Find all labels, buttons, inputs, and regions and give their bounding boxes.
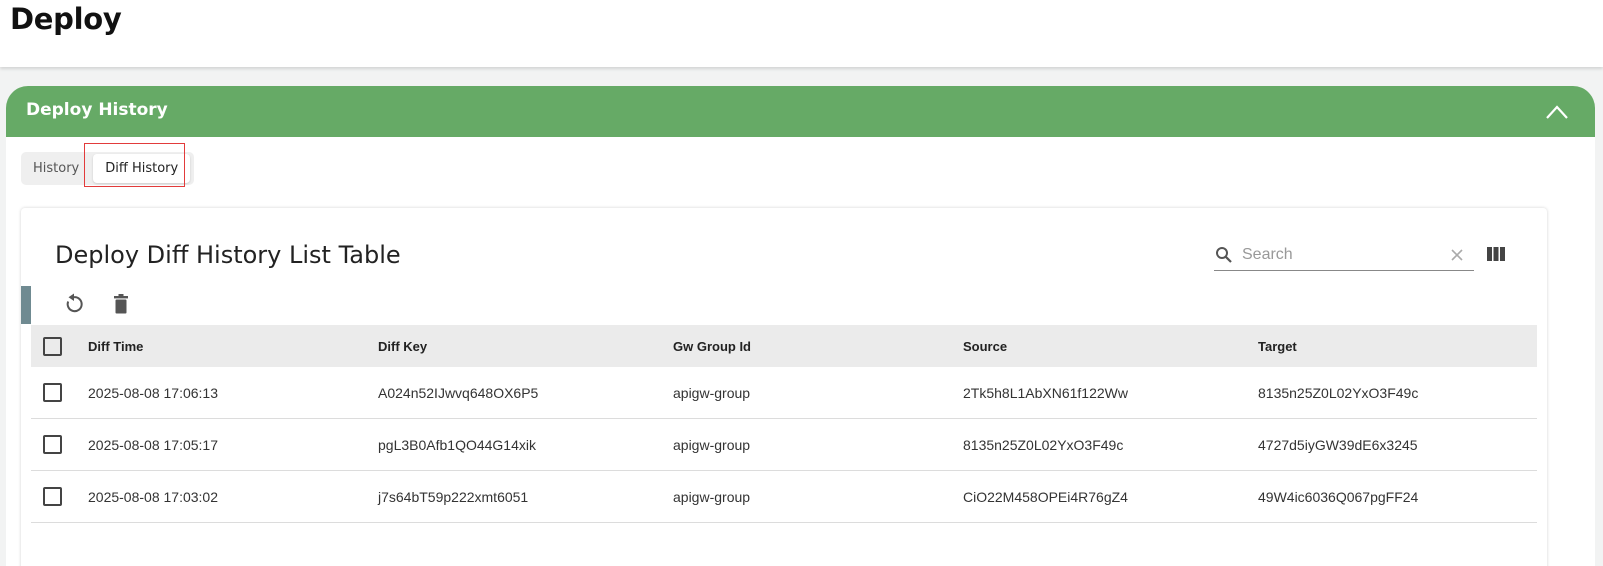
cell-diff-key: pgL3B0Afb1QO44G14xik <box>378 418 673 471</box>
table-row[interactable]: 2025-08-08 17:05:17 pgL3B0Afb1QO44G14xik… <box>31 418 1537 471</box>
refresh-icon[interactable] <box>63 293 85 315</box>
tab-diff-history[interactable]: Diff History <box>93 154 191 183</box>
cell-source: 2Tk5h8L1AbXN61f122Ww <box>963 367 1258 419</box>
column-header-diff-key[interactable]: Diff Key <box>378 325 673 367</box>
cell-diff-key: A024n52IJwvq648OX6P5 <box>378 367 673 419</box>
page-title: Deploy <box>10 2 122 36</box>
cell-source: 8135n25Z0L02YxO3F49c <box>963 418 1258 471</box>
column-header-target[interactable]: Target <box>1258 325 1537 367</box>
table-title: Deploy Diff History List Table <box>55 241 401 269</box>
column-header-source[interactable]: Source <box>963 325 1258 367</box>
cell-target: 8135n25Z0L02YxO3F49c <box>1258 367 1537 419</box>
column-header-diff-time[interactable]: Diff Time <box>88 325 378 367</box>
card-title: Deploy History <box>26 100 168 120</box>
chevron-up-icon[interactable] <box>1543 100 1571 124</box>
table-panel: Deploy Diff History List Table Search Di… <box>21 208 1547 566</box>
cell-gw-group-id: apigw-group <box>673 367 963 419</box>
select-all-checkbox[interactable] <box>43 336 62 356</box>
search-input[interactable] <box>1240 242 1444 268</box>
search-icon <box>1216 247 1232 263</box>
tab-history[interactable]: History <box>21 152 91 185</box>
cell-gw-group-id: apigw-group <box>673 418 963 471</box>
top-bar: Deploy <box>0 0 1603 67</box>
table-row[interactable]: 2025-08-08 17:06:13 A024n52IJwvq648OX6P5… <box>31 367 1537 419</box>
row-checkbox[interactable] <box>43 383 62 402</box>
cell-target: 4727d5iyGW39dE6x3245 <box>1258 418 1537 471</box>
column-header-gw-group-id[interactable]: Gw Group Id <box>673 325 963 367</box>
deploy-history-card: Deploy History History Diff History Depl… <box>6 86 1595 566</box>
cell-diff-time: 2025-08-08 17:03:02 <box>88 470 378 523</box>
cell-diff-time: 2025-08-08 17:06:13 <box>88 367 378 419</box>
tab-group: History Diff History <box>21 152 195 185</box>
card-header[interactable]: Deploy History <box>6 86 1595 137</box>
view-columns-icon[interactable] <box>1487 246 1505 262</box>
cell-gw-group-id: apigw-group <box>673 470 963 523</box>
search-field <box>1214 240 1474 271</box>
table-row[interactable]: 2025-08-08 17:03:02 j7s64bT59p222xmt6051… <box>31 470 1537 523</box>
cell-source: CiO22M458OPEi4R76gZ4 <box>963 470 1258 523</box>
selection-accent-bar <box>21 286 31 324</box>
diff-history-table: Diff Time Diff Key Gw Group Id Source Ta… <box>31 325 1537 523</box>
cell-diff-time: 2025-08-08 17:05:17 <box>88 418 378 471</box>
trash-icon[interactable] <box>110 293 132 315</box>
row-checkbox[interactable] <box>43 435 62 454</box>
row-checkbox[interactable] <box>43 487 62 506</box>
cell-diff-key: j7s64bT59p222xmt6051 <box>378 470 673 523</box>
table-header-row: Diff Time Diff Key Gw Group Id Source Ta… <box>31 325 1537 367</box>
close-icon[interactable] <box>1450 248 1464 262</box>
cell-target: 49W4ic6036Q067pgFF24 <box>1258 470 1537 523</box>
